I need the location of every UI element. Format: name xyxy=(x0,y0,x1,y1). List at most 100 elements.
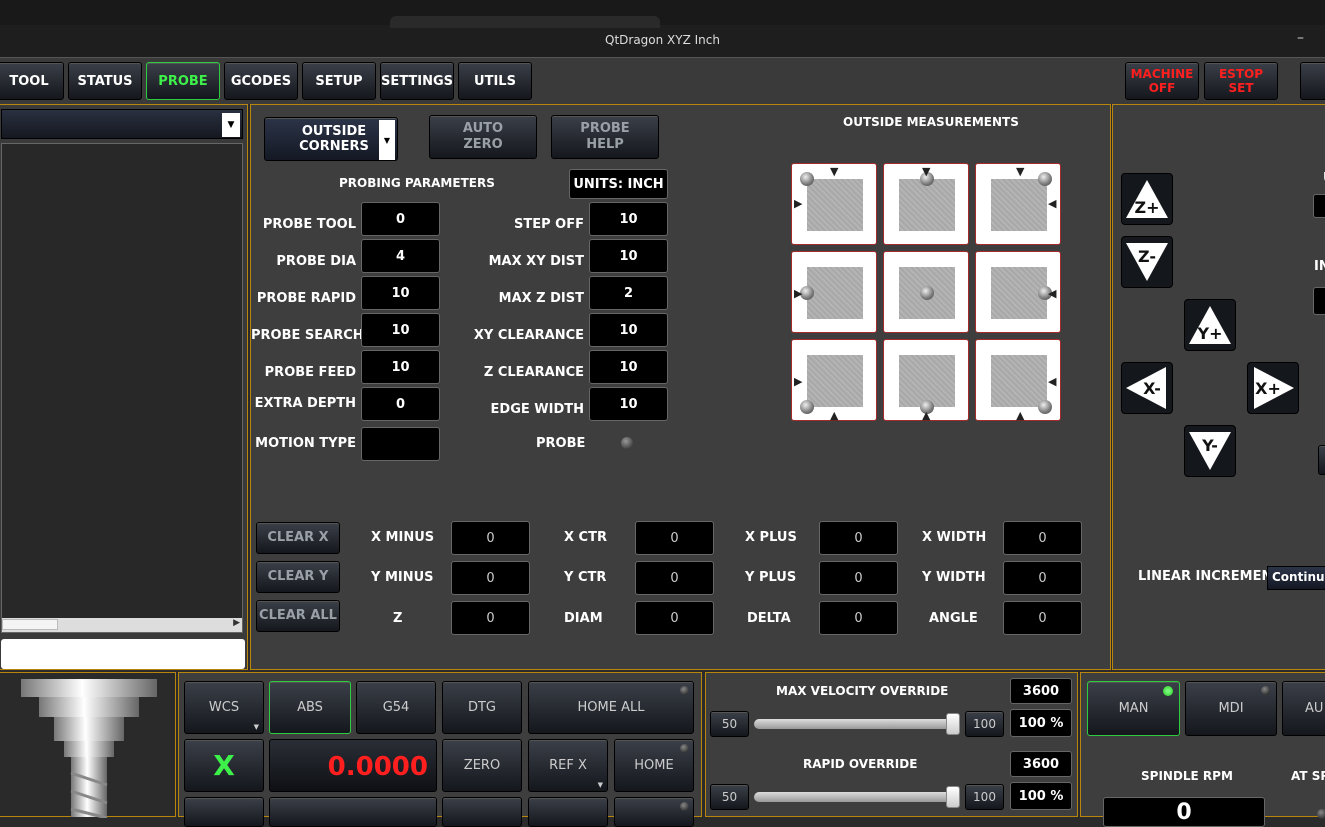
result-label: X PLUS xyxy=(745,530,797,545)
tab-utils[interactable]: UTILS xyxy=(458,62,532,100)
estop-line2: SET xyxy=(1228,81,1254,95)
ref-x-button[interactable]: REF X ▼ xyxy=(528,739,608,792)
rapid-slider[interactable] xyxy=(754,792,960,802)
jog-y-plus-button[interactable]: Y+ xyxy=(1184,299,1236,351)
probe-center[interactable] xyxy=(883,251,969,333)
axis-y-button[interactable] xyxy=(184,797,264,827)
tab-status[interactable]: STATUS xyxy=(68,62,142,100)
rapid-50-button[interactable]: 50 xyxy=(710,784,749,810)
spindle-rpm-label: SPINDLE RPM xyxy=(1141,769,1233,783)
machine-off-button[interactable]: MACHINE OFF xyxy=(1125,62,1199,100)
motion-type-field[interactable] xyxy=(361,427,440,461)
horizontal-scrollbar[interactable]: ▶ xyxy=(2,618,242,632)
zero-x-button[interactable]: ZERO xyxy=(442,739,522,792)
home-all-button[interactable]: HOME ALL xyxy=(528,681,694,734)
rapid-100-button[interactable]: 100 xyxy=(965,784,1004,810)
max-z-dist-field[interactable]: 2 xyxy=(589,276,668,310)
partial-field[interactable] xyxy=(1313,287,1325,315)
probe-dia-field[interactable]: 4 xyxy=(361,239,440,273)
max-velocity-slider-knob[interactable] xyxy=(946,713,960,735)
home-all-led xyxy=(680,686,689,695)
result-label: X MINUS xyxy=(371,530,435,545)
wcs-label: WCS xyxy=(208,700,240,715)
jog-x-minus-button[interactable]: X- xyxy=(1121,362,1173,414)
dtg-button[interactable]: DTG xyxy=(442,681,522,734)
tab-settings[interactable]: SETTINGS xyxy=(380,62,454,100)
spindle-rpm-value: 0 xyxy=(1103,797,1265,827)
probe-rapid-field[interactable]: 10 xyxy=(361,276,440,310)
jog-y-minus-button[interactable]: Y- xyxy=(1184,425,1236,477)
home-x-button[interactable]: HOME xyxy=(614,739,694,792)
tab-probe[interactable]: PROBE xyxy=(146,62,220,100)
axis-x-button[interactable]: X xyxy=(184,739,264,792)
step-off-field[interactable]: 10 xyxy=(589,202,668,236)
tab-gcodes[interactable]: GCODES xyxy=(224,62,298,100)
max-velocity-slider[interactable] xyxy=(754,719,960,729)
probe-corner-top-right[interactable]: ▼ ◀ xyxy=(975,163,1061,245)
mdi-mode-button[interactable]: MDI xyxy=(1185,681,1277,736)
minimize-button[interactable]: – xyxy=(1297,30,1304,46)
jog-z-plus-button[interactable]: Z+ xyxy=(1121,173,1173,225)
auto-mode-button[interactable]: AU xyxy=(1282,681,1325,736)
probe-mode-select[interactable]: OUTSIDE CORNERS ▼ xyxy=(264,117,398,161)
result-x-width: 0 xyxy=(1003,521,1082,555)
scrollbar-thumb[interactable] xyxy=(2,619,58,630)
max-velocity-50-button[interactable]: 50 xyxy=(710,711,749,737)
rapid-slider-knob[interactable] xyxy=(946,786,960,808)
probe-help-line1: PROBE xyxy=(580,121,630,136)
result-x-plus: 0 xyxy=(819,521,898,555)
partial-button[interactable] xyxy=(1318,445,1325,475)
zero-y-button[interactable] xyxy=(442,797,522,827)
chevron-down-icon: ▼ xyxy=(597,781,603,789)
scroll-right-icon[interactable]: ▶ xyxy=(233,618,240,628)
auto-zero-button[interactable]: AUTO ZERO xyxy=(429,115,537,159)
file-list[interactable]: ▶ xyxy=(1,143,243,633)
extra-depth-field[interactable]: 0 xyxy=(361,387,440,421)
tool-image-panel xyxy=(0,672,176,820)
probe-tool-field[interactable]: 0 xyxy=(361,202,440,236)
probe-edge-right[interactable]: ◀ xyxy=(975,251,1061,333)
linear-increment-select[interactable]: Continuo xyxy=(1267,566,1325,590)
result-y-minus: 0 xyxy=(451,561,530,595)
manual-mode-button[interactable]: MAN xyxy=(1087,681,1180,736)
clear-x-button[interactable]: CLEAR X xyxy=(256,522,340,554)
probe-edge-top[interactable]: ▼ xyxy=(883,163,969,245)
probe-corner-bottom-right[interactable]: ◀ ▲ xyxy=(975,339,1061,421)
jog-z-minus-button[interactable]: Z- xyxy=(1121,236,1173,288)
max-velocity-100-button[interactable]: 100 xyxy=(965,711,1004,737)
partial-field[interactable] xyxy=(1313,194,1325,218)
tab-tool[interactable]: TOOL xyxy=(0,62,64,100)
probe-corner-bottom-left[interactable]: ▶ ▲ xyxy=(791,339,877,421)
estop-button[interactable]: ESTOP SET xyxy=(1204,62,1278,100)
power-button-partial[interactable] xyxy=(1300,62,1325,100)
file-dropdown[interactable]: ▼ xyxy=(1,109,243,139)
max-xy-dist-field[interactable]: 10 xyxy=(589,239,668,273)
jog-x-plus-button[interactable]: X+ xyxy=(1247,362,1299,414)
jog-label: Z- xyxy=(1138,247,1156,266)
probe-edge-bottom[interactable]: ▲ xyxy=(883,339,969,421)
tab-setup[interactable]: SETUP xyxy=(302,62,376,100)
clear-y-button[interactable]: CLEAR Y xyxy=(256,561,340,593)
wcs-button[interactable]: WCS ▼ xyxy=(184,681,264,734)
param-label: PROBE TOOL xyxy=(262,217,356,232)
mdi-label: MDI xyxy=(1218,701,1244,716)
probe-corner-top-left[interactable]: ▼ ▶ xyxy=(791,163,877,245)
probe-status-label: PROBE xyxy=(536,436,586,451)
xy-clearance-field[interactable]: 10 xyxy=(589,313,668,347)
ref-y-button[interactable] xyxy=(528,797,608,827)
units-button[interactable]: UNITS: INCH xyxy=(569,169,668,199)
g54-button[interactable]: G54 xyxy=(356,681,436,734)
path-field[interactable] xyxy=(1,639,245,669)
menu-bar: TOOL STATUS PROBE GCODES SETUP SETTINGS … xyxy=(0,57,1325,104)
probe-edge-left[interactable]: ▶ xyxy=(791,251,877,333)
probe-feed-field[interactable]: 10 xyxy=(361,350,440,384)
clear-all-button[interactable]: CLEAR ALL xyxy=(256,600,340,632)
probe-help-button[interactable]: PROBE HELP xyxy=(551,115,659,159)
chevron-down-icon[interactable]: ▼ xyxy=(222,113,240,137)
z-clearance-field[interactable]: 10 xyxy=(589,350,668,384)
probe-search-field[interactable]: 10 xyxy=(361,313,440,347)
abs-button[interactable]: ABS xyxy=(269,681,351,734)
jog-label: Y+ xyxy=(1197,324,1223,343)
edge-width-field[interactable]: 10 xyxy=(589,387,668,421)
home-y-button[interactable] xyxy=(614,797,694,827)
